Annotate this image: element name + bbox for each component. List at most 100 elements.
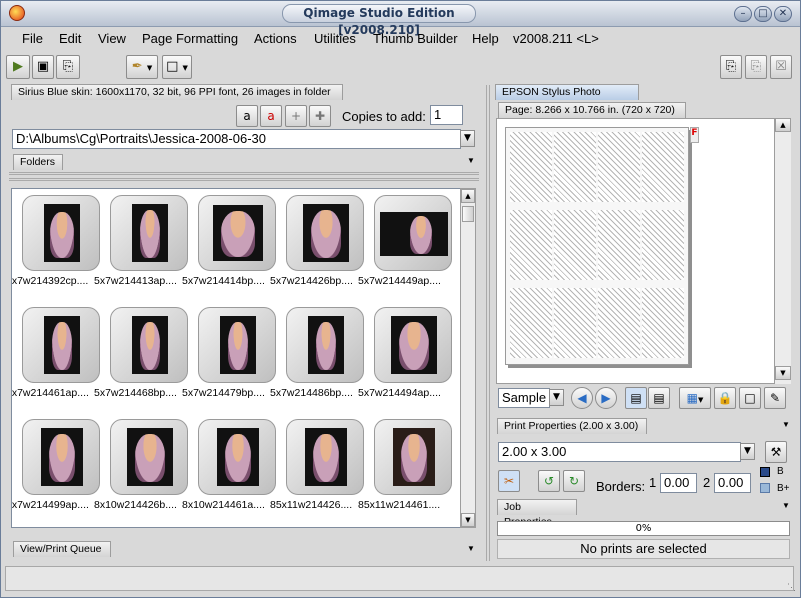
folder-path-input[interactable]: D:\Albums\Cg\Portraits\Jessica-2008-06-3… [12,129,461,149]
minimize-button[interactable]: – [734,6,752,22]
thumbnail-item[interactable]: 5x7w214426bp.... [270,195,374,287]
new-page-button[interactable]: □ ▼ [162,55,192,79]
border2-input[interactable]: 0.00 [714,473,751,493]
job-props-expand-icon[interactable]: ▼ [782,501,790,510]
scroll-down-button[interactable]: ▼ [775,366,791,380]
print-cell[interactable] [642,288,684,358]
thumbnail-item[interactable]: 85x11w214461.... [358,419,460,511]
thumbnail-item[interactable]: 5x7w214479bp.... [182,307,286,399]
scroll-up-button[interactable]: ▲ [775,118,791,132]
previous-page-button[interactable]: ◀ [571,387,593,409]
print-cell[interactable] [554,288,596,358]
print-cell[interactable] [598,132,640,202]
print-cell[interactable] [510,288,552,358]
thumbnail-caption: 5x7w214499ap.... [11,499,89,511]
menu-file[interactable]: File [22,31,43,46]
folders-expand-icon[interactable]: ▼ [467,156,475,165]
thumbnail-caption: 5x7w214479bp.... [182,387,265,399]
thumbnail-item[interactable]: 5x7w214499ap.... [12,419,110,511]
print-size-select[interactable]: 2.00 x 3.00 [498,442,741,462]
page-search-button[interactable]: ✎ [764,387,786,409]
crop-button[interactable]: ✂ [498,470,520,492]
border-color-swatch[interactable] [760,467,770,477]
queue-expand-icon[interactable]: ▼ [467,544,475,553]
landscape-layout-button[interactable]: ▤ [648,387,670,409]
panel-splitter[interactable] [9,178,479,181]
print-cell[interactable] [510,132,552,202]
view-print-queue-tab[interactable]: View/Print Queue [13,541,111,557]
print-cell[interactable] [642,132,684,202]
print-cell[interactable] [642,210,684,280]
print-cell[interactable] [598,288,640,358]
menu-utilities[interactable]: Utilities [314,31,356,46]
copies-input[interactable]: 1 [430,105,463,125]
menu-view[interactable]: View [98,31,126,46]
size-tools-button[interactable]: ⚒ [765,441,787,463]
scroll-down-button[interactable]: ▼ [461,513,475,527]
printer-tab[interactable]: EPSON Stylus Photo R2400 [495,84,639,113]
print-queue-button[interactable]: ⎘ [56,55,80,79]
menu-edit[interactable]: Edit [59,31,81,46]
folder-path-dropdown[interactable]: ▼ [460,130,475,147]
print-button[interactable]: ⎘ [745,55,767,79]
next-page-button[interactable]: ▶ [595,387,617,409]
sample-dropdown[interactable]: ▼ [549,389,564,406]
thumbnail-item[interactable]: 5x7w214449ap.... [358,195,460,287]
menu-actions[interactable]: Actions [254,31,297,46]
new-page-preview-button[interactable]: □ [739,387,761,409]
flip-marker-icon[interactable]: F [690,127,699,143]
thumbnail-item[interactable]: 8x10w214461a.... [182,419,286,511]
app-logo-icon[interactable] [9,5,25,21]
thumbnail-item[interactable]: 85x11w214426.... [270,419,374,511]
border1-input[interactable]: 0.00 [660,473,697,493]
grid-layout-button[interactable]: ▦▼ [679,387,711,409]
open-folder-button[interactable]: ▶ [6,55,30,79]
thumbnail-item[interactable]: 5x7w214461ap.... [12,307,110,399]
thumbnail-item[interactable]: 8x10w214426b.... [94,419,198,511]
thumbnail-item[interactable]: 5x7w214413ap.... [94,195,198,287]
close-button[interactable]: ✕ [774,6,792,22]
thumbnail-item[interactable]: 5x7w214392cp.... [12,195,110,287]
menu-page-formatting[interactable]: Page Formatting [142,31,238,46]
add-all-button[interactable]: a [236,105,258,127]
print-cell[interactable] [554,132,596,202]
print-cell[interactable] [598,210,640,280]
border-plus-swatch[interactable] [760,483,770,493]
thumbnail-item[interactable]: 5x7w214486bp.... [270,307,374,399]
lock-button[interactable]: 🔒 [714,387,736,409]
thumbnail-caption: 5x7w214486bp.... [270,387,353,399]
thumbnail-image [44,204,80,262]
menu-help[interactable]: Help [472,31,499,46]
rotate-left-button[interactable]: ↺ [538,470,560,492]
print-size-dropdown[interactable]: ▼ [740,443,755,460]
add-multiple-button[interactable]: ✚ [309,105,331,127]
folders-tab[interactable]: Folders [13,154,63,170]
resize-grip-icon[interactable]: ⋱ [787,582,796,593]
rotate-right-button[interactable]: ↻ [563,470,585,492]
panel-splitter[interactable] [9,172,479,175]
print-cell[interactable] [510,210,552,280]
cancel-print-button[interactable]: ☒ [770,55,792,79]
maximize-button[interactable]: □ [754,6,772,22]
scroll-thumb[interactable] [462,206,474,222]
save-button[interactable]: ▣ [32,55,54,79]
print-props-expand-icon[interactable]: ▼ [782,420,790,429]
printer-setup-button[interactable]: ⎘ [720,55,742,79]
thumbnail-scrollbar[interactable]: ▲ ▼ [460,188,476,528]
thumbnail-item[interactable]: 5x7w214414bp.... [182,195,286,287]
thumbnail-item[interactable]: 5x7w214494ap.... [358,307,460,399]
sample-select[interactable]: Sample [498,388,550,408]
main-splitter[interactable] [486,85,490,561]
menu-thumb-builder[interactable]: Thumb Builder [373,31,458,46]
print-properties-tab[interactable]: Print Properties (2.00 x 3.00) [497,418,647,434]
add-image-button[interactable]: + [285,105,307,127]
thumbnail-item[interactable]: 5x7w214468bp.... [94,307,198,399]
print-cell[interactable] [554,210,596,280]
add-selected-button[interactable]: a [260,105,282,127]
job-properties-tab[interactable]: Job Properties [497,499,577,528]
portrait-layout-button[interactable]: ▤ [625,387,647,409]
thumbnail-caption: 8x10w214461a.... [182,499,265,511]
scroll-up-button[interactable]: ▲ [461,189,475,203]
edit-tool-button[interactable]: ✒ ▼ [126,55,158,79]
preview-scrollbar[interactable]: ▲ ▼ [774,118,791,384]
